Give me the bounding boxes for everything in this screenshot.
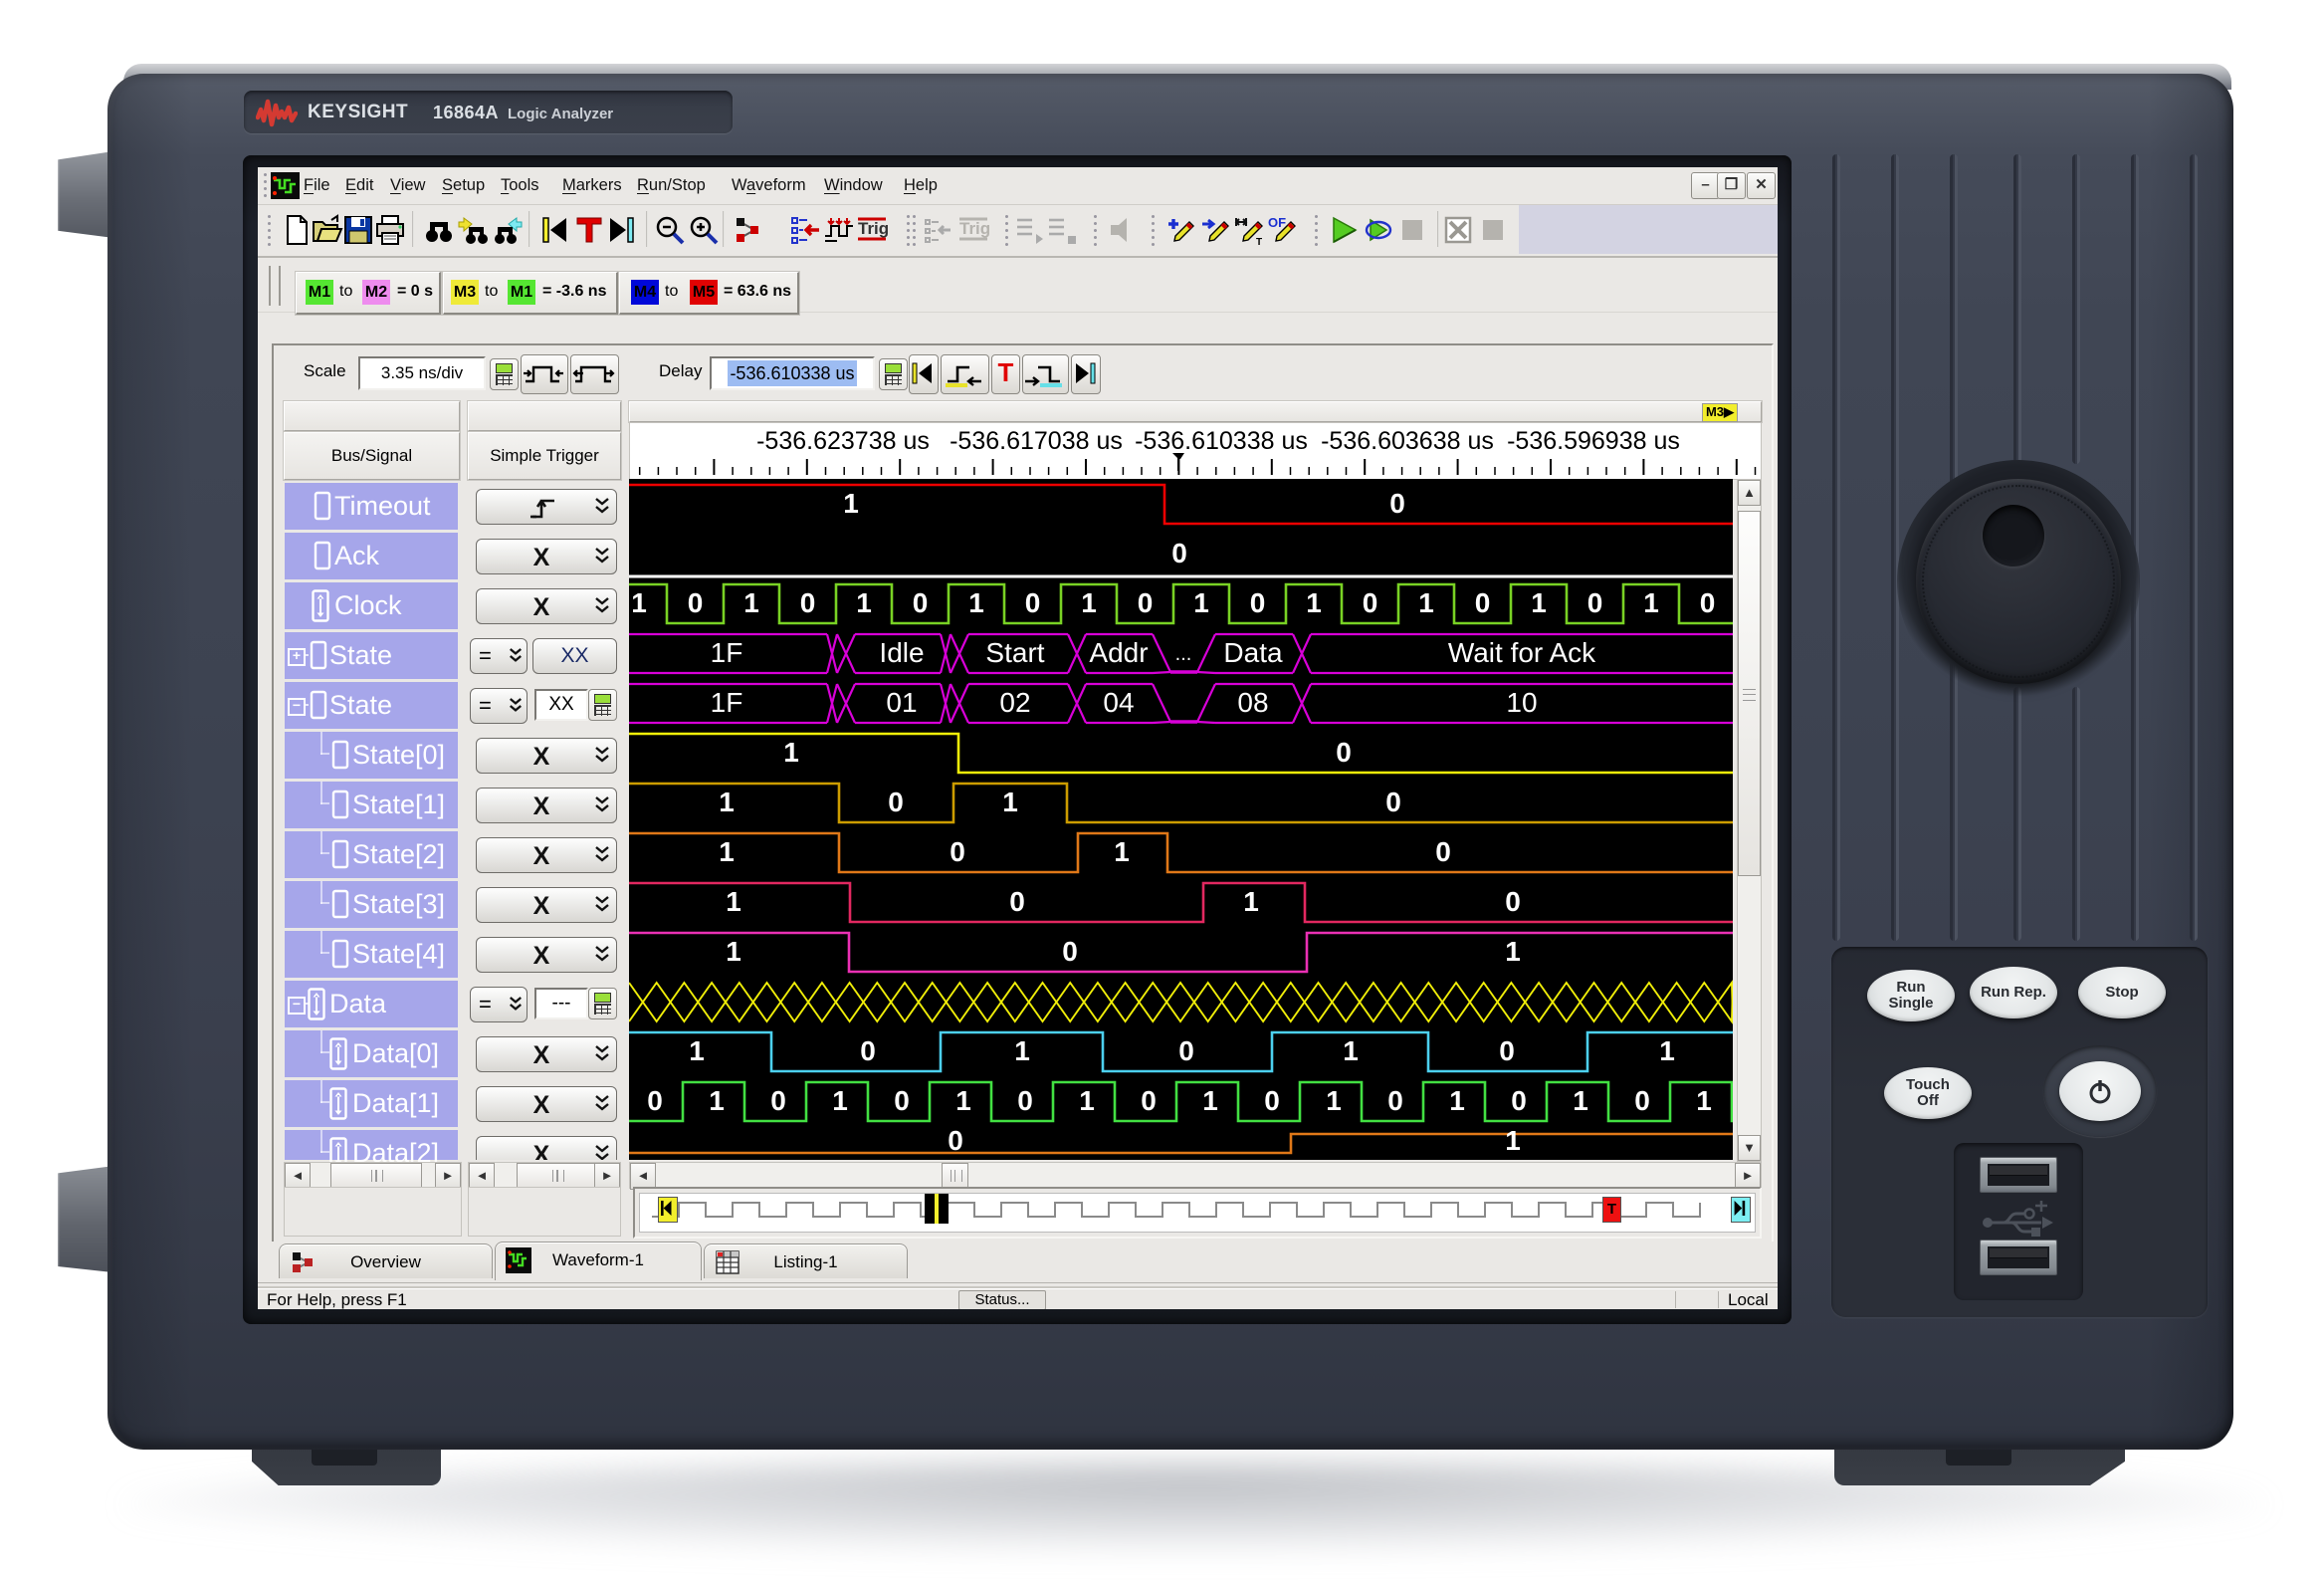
svg-text:1: 1 (1114, 836, 1130, 867)
svg-text:Idle: Idle (879, 637, 924, 668)
svg-text:0: 0 (688, 587, 704, 618)
svg-text:0: 0 (1363, 587, 1378, 618)
svg-text:02: 02 (999, 687, 1030, 718)
svg-text:0: 0 (950, 836, 965, 867)
svg-text:T: T (1256, 237, 1262, 246)
svg-text:1: 1 (726, 936, 741, 967)
svg-text:10: 10 (1506, 687, 1537, 718)
svg-text:1: 1 (726, 886, 741, 917)
svg-text:1: 1 (709, 1085, 725, 1116)
svg-text:0: 0 (1017, 1085, 1033, 1116)
svg-text:...: ... (1175, 643, 1192, 665)
svg-text:0: 0 (1499, 1035, 1515, 1066)
svg-text:Start: Start (985, 637, 1044, 668)
svg-text:0: 0 (913, 587, 929, 618)
svg-text:0: 0 (1385, 787, 1401, 817)
svg-text:0: 0 (1062, 936, 1078, 967)
svg-text:1: 1 (968, 587, 984, 618)
svg-text:1F: 1F (711, 687, 743, 718)
svg-text:0: 0 (1634, 1085, 1650, 1116)
svg-text:0: 0 (1387, 1085, 1403, 1116)
svg-text:1: 1 (1081, 587, 1097, 618)
svg-text:0: 0 (1511, 1085, 1527, 1116)
svg-text:0: 0 (1336, 737, 1352, 768)
svg-text:1: 1 (631, 587, 647, 618)
svg-text:1: 1 (843, 488, 859, 519)
svg-text:1: 1 (1079, 1085, 1095, 1116)
svg-text:Trig: Trig (959, 219, 989, 238)
svg-text:0: 0 (1587, 587, 1603, 618)
svg-text:1: 1 (1505, 936, 1521, 967)
svg-text:0: 0 (1475, 587, 1491, 618)
svg-text:0: 0 (1700, 587, 1716, 618)
svg-text:0: 0 (1250, 587, 1266, 618)
svg-text:1: 1 (1243, 886, 1259, 917)
svg-text:OF: OF (1268, 215, 1286, 230)
svg-text:0: 0 (1141, 1085, 1157, 1116)
svg-text:1: 1 (719, 787, 735, 817)
svg-text:-536.610338 us: -536.610338 us (1135, 427, 1308, 455)
svg-text:1: 1 (1643, 587, 1659, 618)
svg-text:1: 1 (1449, 1085, 1465, 1116)
svg-text:0: 0 (1178, 1035, 1194, 1066)
svg-text:1: 1 (689, 1035, 705, 1066)
svg-text:08: 08 (1237, 687, 1268, 718)
svg-text:Trig: Trig (858, 219, 888, 238)
svg-text:Data: Data (1223, 637, 1283, 668)
svg-text:0: 0 (1025, 587, 1041, 618)
svg-text:0: 0 (948, 1125, 963, 1156)
svg-text:1: 1 (1696, 1085, 1712, 1116)
svg-text:1F: 1F (711, 637, 743, 668)
svg-text:1: 1 (1193, 587, 1209, 618)
svg-text:1: 1 (955, 1085, 971, 1116)
svg-text:-536.596938 us: -536.596938 us (1507, 427, 1680, 455)
svg-text:1: 1 (856, 587, 872, 618)
svg-text:1: 1 (1505, 1125, 1521, 1156)
svg-text:Wait for Ack: Wait for Ack (1448, 637, 1596, 668)
svg-text:0: 0 (1009, 886, 1025, 917)
svg-text:1: 1 (832, 1085, 848, 1116)
svg-text:1: 1 (743, 587, 759, 618)
svg-text:1: 1 (1002, 787, 1018, 817)
svg-text:0: 0 (1138, 587, 1154, 618)
svg-text:0: 0 (888, 787, 904, 817)
svg-text:0: 0 (647, 1085, 663, 1116)
svg-text:0: 0 (894, 1085, 910, 1116)
svg-text:1: 1 (1014, 1035, 1030, 1066)
svg-text:0: 0 (1389, 488, 1405, 519)
svg-text:0: 0 (1264, 1085, 1280, 1116)
svg-text:-536.623738 us: -536.623738 us (756, 427, 930, 455)
svg-text:-536.617038 us: -536.617038 us (950, 427, 1123, 455)
svg-text:01: 01 (886, 687, 917, 718)
svg-text:0: 0 (1505, 886, 1521, 917)
svg-text:1: 1 (1306, 587, 1322, 618)
svg-text:0: 0 (770, 1085, 786, 1116)
svg-text:1: 1 (719, 836, 735, 867)
svg-text:-536.603638 us: -536.603638 us (1321, 427, 1494, 455)
svg-text:0: 0 (1435, 836, 1451, 867)
svg-text:1: 1 (1531, 587, 1547, 618)
svg-text:Addr: Addr (1089, 637, 1148, 668)
svg-text:1: 1 (1573, 1085, 1588, 1116)
svg-text:1: 1 (1202, 1085, 1218, 1116)
svg-text:0: 0 (1171, 538, 1187, 568)
svg-text:0: 0 (860, 1035, 876, 1066)
svg-text:1: 1 (1326, 1085, 1342, 1116)
svg-text:1: 1 (1343, 1035, 1359, 1066)
svg-text:1: 1 (1659, 1035, 1675, 1066)
svg-text:04: 04 (1103, 687, 1134, 718)
svg-text:0: 0 (800, 587, 816, 618)
svg-text:1: 1 (783, 737, 799, 768)
svg-text:1: 1 (1418, 587, 1434, 618)
